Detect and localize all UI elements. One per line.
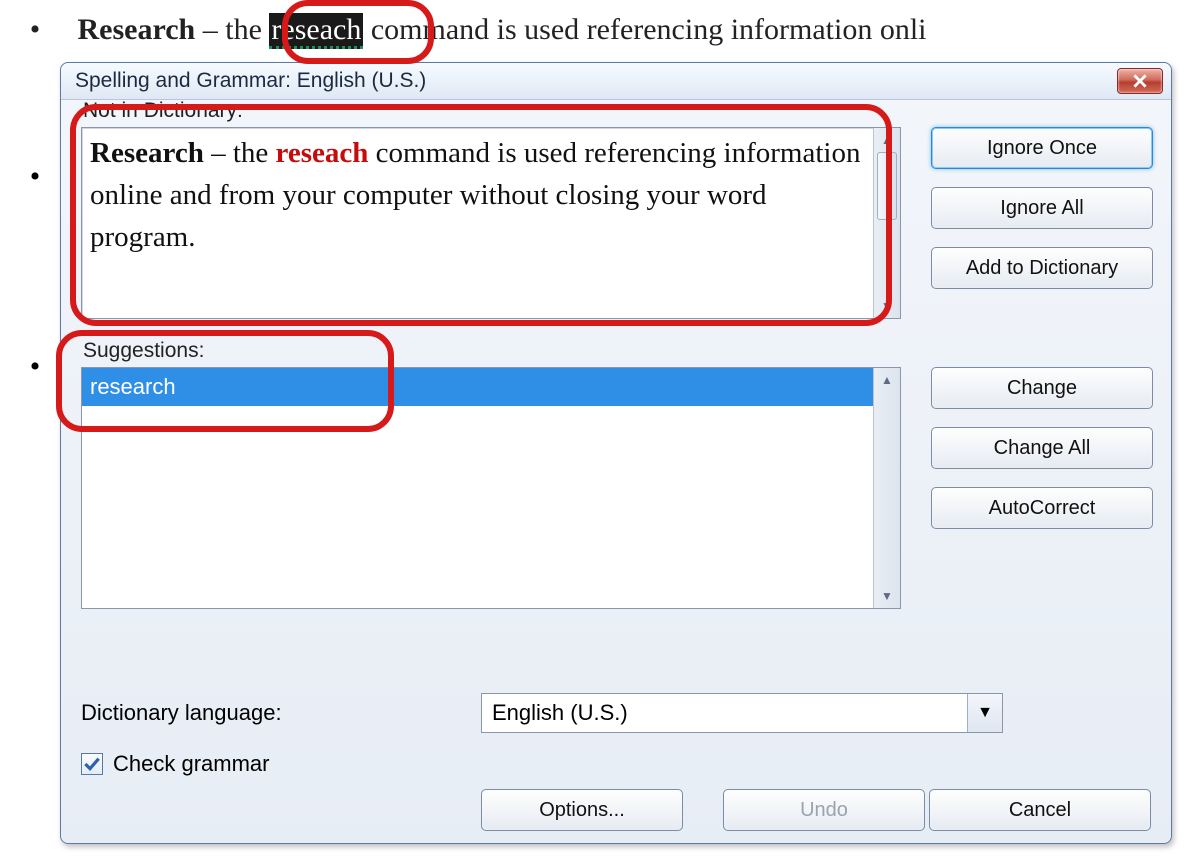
cancel-button[interactable]: Cancel <box>929 789 1151 831</box>
scroll-thumb[interactable] <box>877 152 897 220</box>
not-in-dictionary-textbox[interactable]: Research – the reseach command is used r… <box>81 127 901 319</box>
document-line: • Research – the reseach command is used… <box>0 10 1200 50</box>
checkmark-icon <box>84 756 100 772</box>
textbox-scrollbar[interactable]: ▲ ▼ <box>873 128 900 318</box>
misspelled-word: reseach <box>276 137 369 169</box>
change-all-button[interactable]: Change All <box>931 427 1153 469</box>
suggestion-item[interactable]: research <box>82 368 900 406</box>
selected-misspelling[interactable]: reseach <box>269 13 363 49</box>
screenshot-root: • Research – the reseach command is used… <box>0 0 1200 860</box>
close-icon <box>1133 74 1147 88</box>
suggestions-label: Suggestions: <box>83 339 901 363</box>
check-grammar-row[interactable]: Check grammar <box>81 751 269 777</box>
autocorrect-button[interactable]: AutoCorrect <box>931 487 1153 529</box>
check-grammar-checkbox[interactable] <box>81 753 103 775</box>
close-button[interactable] <box>1117 68 1163 94</box>
add-to-dictionary-button[interactable]: Add to Dictionary <box>931 247 1153 289</box>
scroll-up-icon[interactable]: ▲ <box>874 368 900 392</box>
listbox-scrollbar[interactable]: ▲ ▼ <box>873 368 900 608</box>
not-in-dictionary-label: Not in Dictionary: <box>83 99 901 123</box>
scroll-up-icon[interactable]: ▲ <box>874 128 900 152</box>
dictionary-language-select[interactable]: English (U.S.) ▼ <box>481 693 1003 733</box>
change-button[interactable]: Change <box>931 367 1153 409</box>
ignore-all-button[interactable]: Ignore All <box>931 187 1153 229</box>
error-sentence: Research – the reseach command is used r… <box>90 132 870 258</box>
chevron-down-icon[interactable]: ▼ <box>967 694 1002 732</box>
suggestions-listbox[interactable]: research ▲ ▼ <box>81 367 901 609</box>
check-grammar-label: Check grammar <box>113 751 269 777</box>
scroll-down-icon[interactable]: ▼ <box>874 294 900 318</box>
dialog-titlebar[interactable]: Spelling and Grammar: English (U.S.) <box>61 63 1171 100</box>
dictionary-language-row: Dictionary language: English (U.S.) ▼ <box>81 693 1151 733</box>
bullet-icon: • <box>0 10 70 50</box>
scroll-down-icon[interactable]: ▼ <box>874 584 900 608</box>
dictionary-language-label: Dictionary language: <box>81 700 481 726</box>
dictionary-language-value: English (U.S.) <box>482 700 638 726</box>
spelling-grammar-dialog: Spelling and Grammar: English (U.S.) Not… <box>60 62 1172 844</box>
dialog-title: Spelling and Grammar: English (U.S.) <box>75 69 1117 93</box>
ignore-once-button[interactable]: Ignore Once <box>931 127 1153 169</box>
doc-bold: Research <box>78 13 196 46</box>
